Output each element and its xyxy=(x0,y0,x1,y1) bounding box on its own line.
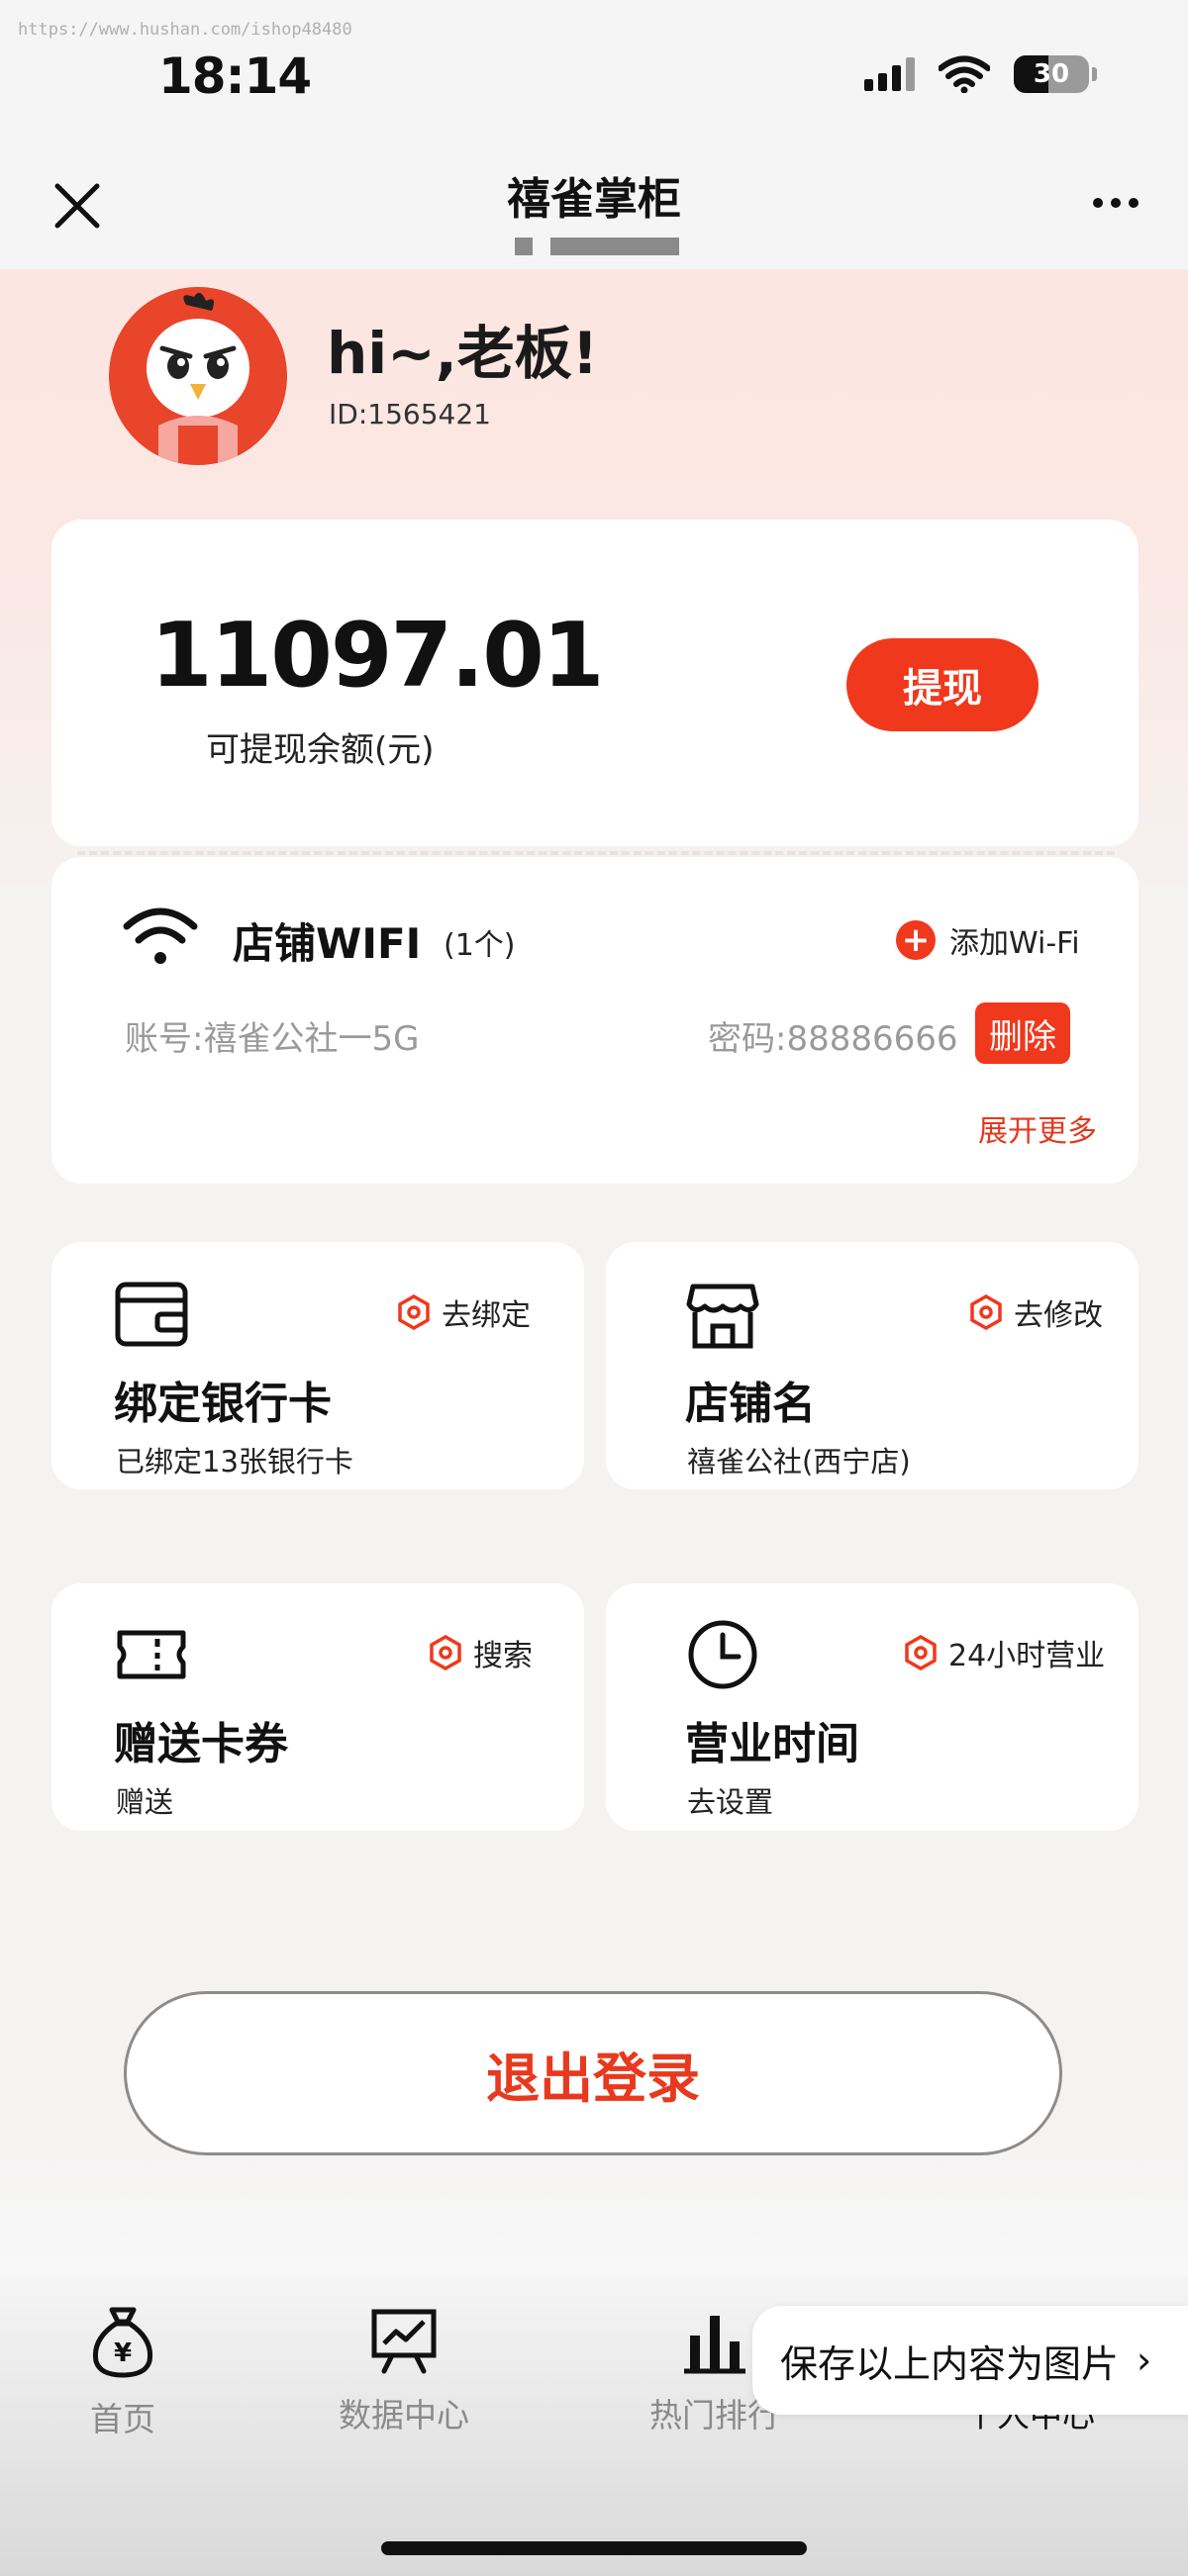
wifi-account: 账号:禧雀公社一5G xyxy=(125,1019,420,1059)
coupon-action-label: 搜索 xyxy=(473,1639,533,1673)
cellular-signal-icon xyxy=(864,57,915,91)
battery-icon: 30 xyxy=(1014,55,1097,93)
logout-button[interactable]: 退出登录 xyxy=(124,1991,1062,2155)
greeting-text: hi~,老板! xyxy=(327,320,599,387)
watermark-url: https://www.hushan.com/ishop48480 xyxy=(18,20,352,40)
money-bag-icon: ¥ xyxy=(92,2307,153,2378)
page-title: 禧雀掌柜 xyxy=(507,174,681,225)
hexagon-icon xyxy=(398,1294,430,1330)
bank-card-desc: 已绑定13张银行卡 xyxy=(116,1445,353,1479)
balance-label: 可提现余额(元) xyxy=(206,730,435,770)
status-time: 18:14 xyxy=(158,48,312,105)
wallet-icon xyxy=(115,1282,188,1347)
tab-home[interactable]: ¥ 首页 xyxy=(73,2306,172,2440)
bank-card-title: 绑定银行卡 xyxy=(114,1379,332,1429)
wifi-count: (1个) xyxy=(444,928,516,963)
storefront-icon xyxy=(686,1284,759,1349)
battery-level: 30 xyxy=(1033,59,1070,89)
hexagon-icon xyxy=(430,1635,461,1670)
bar-chart-icon xyxy=(684,2316,745,2374)
business-hours-desc: 去设置 xyxy=(687,1785,774,1819)
store-name-action[interactable]: 去修改 xyxy=(968,1290,1103,1334)
save-as-image-button[interactable]: 保存以上内容为图片 › xyxy=(752,2306,1188,2415)
tab-data-center[interactable]: 数据中心 xyxy=(335,2306,473,2436)
avatar xyxy=(109,287,287,465)
hexagon-icon xyxy=(970,1294,1002,1330)
bank-card-action-label: 去绑定 xyxy=(442,1298,531,1333)
wifi-password: 密码:88886666 xyxy=(708,1019,958,1059)
store-name-desc: 禧雀公社(西宁店) xyxy=(687,1445,911,1479)
svg-text:¥: ¥ xyxy=(114,2338,132,2368)
bank-card-action[interactable]: 去绑定 xyxy=(396,1290,531,1334)
more-options-button[interactable] xyxy=(1093,198,1138,208)
clock-icon xyxy=(688,1620,757,1689)
add-wifi-button[interactable]: + 添加Wi-Fi xyxy=(896,918,1080,962)
tab-data-center-label: 数据中心 xyxy=(339,2396,469,2434)
save-as-image-label: 保存以上内容为图片 xyxy=(780,2341,1120,2386)
wifi-title: 店铺WIFI xyxy=(233,919,422,968)
home-indicator xyxy=(381,2541,807,2555)
chevron-right-icon: › xyxy=(1137,2338,1152,2382)
chart-board-icon xyxy=(371,2309,437,2374)
status-icons: 30 xyxy=(864,55,1097,93)
divider xyxy=(77,851,1115,855)
nav-subtitle-redacted xyxy=(515,238,683,257)
business-hours-action[interactable]: 24小时营业 xyxy=(903,1631,1105,1674)
expand-more-link[interactable]: 展开更多 xyxy=(978,1106,1097,1150)
wifi-status-icon xyxy=(939,55,990,93)
coupon-desc: 赠送 xyxy=(116,1785,174,1819)
balance-amount: 11097.01 xyxy=(150,604,605,708)
business-hours-title: 营业时间 xyxy=(685,1719,859,1769)
mascot-bird-icon xyxy=(109,287,287,465)
store-name-action-label: 去修改 xyxy=(1014,1298,1103,1333)
withdraw-button[interactable]: 提现 xyxy=(846,638,1039,731)
business-hours-action-label: 24小时营业 xyxy=(948,1639,1106,1673)
hexagon-icon xyxy=(905,1635,937,1670)
ticket-icon xyxy=(117,1630,186,1679)
store-name-title: 店铺名 xyxy=(685,1379,816,1429)
plus-icon: + xyxy=(896,920,936,960)
wifi-icon xyxy=(123,907,198,964)
add-wifi-label: 添加Wi-Fi xyxy=(949,926,1080,961)
coupon-action[interactable]: 搜索 xyxy=(428,1631,533,1674)
tab-home-label: 首页 xyxy=(90,2400,155,2438)
user-id: ID:1565421 xyxy=(329,398,491,430)
coupon-title: 赠送卡券 xyxy=(114,1719,288,1769)
delete-wifi-button[interactable]: 删除 xyxy=(975,1002,1070,1064)
